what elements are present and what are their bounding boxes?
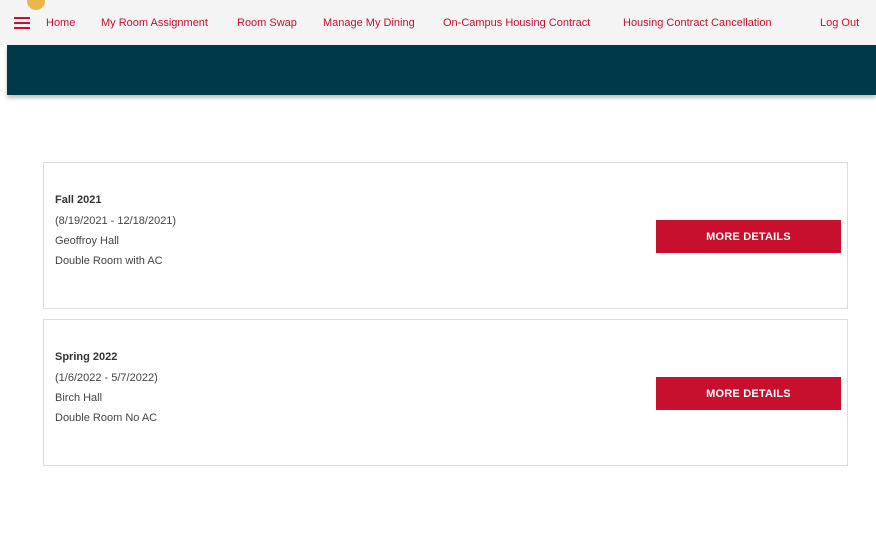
nav-link-home[interactable]: Home: [46, 17, 75, 30]
room-type: Double Room with AC: [55, 255, 163, 267]
hamburger-menu-icon[interactable]: [14, 17, 30, 29]
nav-link-housing-contract-cancellation[interactable]: Housing Contract Cancellation: [623, 17, 772, 30]
term-dates: (1/6/2022 - 5/7/2022): [55, 372, 158, 384]
nav-link-room-swap[interactable]: Room Swap: [237, 17, 297, 30]
nav-link-log-out[interactable]: Log Out: [820, 17, 859, 30]
header-banner: [7, 45, 876, 95]
term-name: Spring 2022: [55, 351, 118, 363]
hall-name: Geoffroy Hall: [55, 235, 119, 247]
nav-link-on-campus-housing-contract[interactable]: On-Campus Housing Contract: [443, 17, 590, 30]
notification-badge: [27, 0, 45, 10]
more-details-button[interactable]: MORE DETAILS: [656, 220, 841, 253]
room-type: Double Room No AC: [55, 412, 158, 424]
nav-link-my-room-assignment[interactable]: My Room Assignment: [101, 17, 208, 30]
term-dates: (8/19/2021 - 12/18/2021): [55, 215, 177, 227]
hall-name: Birch Hall: [55, 392, 103, 404]
room-assignment-card: Fall 2021 (8/19/2021 - 12/18/2021) Geoff…: [43, 162, 848, 309]
more-details-button[interactable]: MORE DETAILS: [656, 377, 841, 410]
page: Home My Room Assignment Room Swap Manage…: [0, 0, 876, 539]
term-name: Fall 2021: [55, 194, 102, 206]
nav-link-manage-my-dining[interactable]: Manage My Dining: [323, 17, 415, 30]
top-navigation-bar: Home My Room Assignment Room Swap Manage…: [0, 0, 876, 45]
room-assignment-card: Spring 2022 (1/6/2022 - 5/7/2022) Birch …: [43, 319, 848, 466]
